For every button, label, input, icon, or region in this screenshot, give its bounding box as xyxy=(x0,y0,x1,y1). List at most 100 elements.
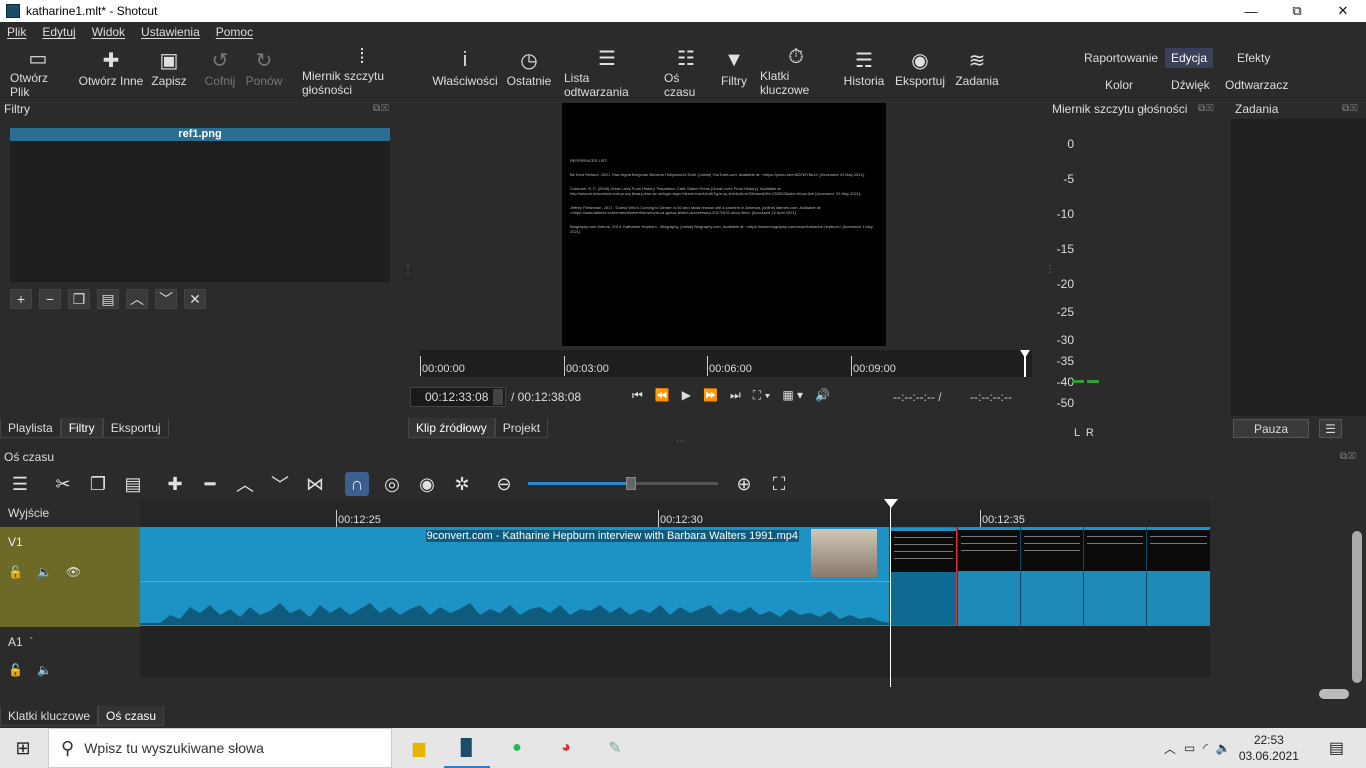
timeline-playhead-marker[interactable] xyxy=(884,499,898,508)
deselect-filter-icon[interactable]: ✕ xyxy=(184,289,206,309)
filters-list[interactable]: ref1.png xyxy=(10,128,390,282)
timeline-button[interactable]: ☷ Oś czasu xyxy=(664,46,708,99)
timeline-dock-buttons[interactable]: ⧉☒ xyxy=(1340,451,1357,462)
menu-ustawienia[interactable]: Ustawienia xyxy=(138,25,203,39)
skip-to-start-icon[interactable]: ⏮ xyxy=(632,388,643,403)
paint-icon[interactable]: ✎ xyxy=(600,734,630,762)
zoom-fit-timeline-icon[interactable]: ⛶ xyxy=(767,472,791,496)
open-other-button[interactable]: ✚ Otwórz Inne xyxy=(78,46,144,96)
keyframes-button[interactable]: ⏱ Klatki kluczowe xyxy=(760,46,832,97)
v1-track[interactable]: 9convert.com - Katharine Hepburn intervi… xyxy=(140,527,1210,627)
move-up-icon[interactable]: ︿ xyxy=(126,289,148,309)
timeline-vertical-scrollbar[interactable] xyxy=(1352,527,1362,687)
eye-icon[interactable]: 👁 xyxy=(66,565,81,579)
grid-icon[interactable]: ▦ ▾ xyxy=(782,388,803,403)
maximize-button[interactable]: ⧉ xyxy=(1274,0,1320,22)
show-hidden-icons-icon[interactable]: ︿ xyxy=(1164,740,1176,757)
taskbar-clock[interactable]: 22:53 03.06.2021 xyxy=(1239,732,1299,764)
filter-item-selected[interactable]: ref1.png xyxy=(10,128,390,141)
timeline-ruler[interactable]: 00:12:25 00:12:30 00:12:35 xyxy=(140,500,1210,527)
video-preview[interactable]: REFERENCES LIST: Be Kind Rewind, 2020. H… xyxy=(562,103,886,346)
paste-filter-icon[interactable]: ▤ xyxy=(97,289,119,309)
splitter-handle-right[interactable]: ⋮ xyxy=(1045,264,1055,275)
tab-timeline[interactable]: Oś czasu xyxy=(98,706,165,726)
copy-icon[interactable]: ❐ xyxy=(86,472,110,496)
menu-pomoc[interactable]: Pomoc xyxy=(213,25,256,39)
tab-keyframes[interactable]: Klatki kluczowe xyxy=(0,706,99,726)
ripple-icon[interactable]: ◉ xyxy=(415,472,439,496)
tab-filters[interactable]: Filtry xyxy=(60,418,103,438)
lock-icon[interactable]: 🔓 xyxy=(8,663,23,677)
vscroll-knob[interactable] xyxy=(1352,531,1362,683)
output-track-header[interactable]: Wyjście xyxy=(0,500,140,527)
remove-filter-icon[interactable]: − xyxy=(39,289,61,309)
pause-jobs-button[interactable]: Pauza xyxy=(1233,419,1309,438)
undo-button[interactable]: ↺ Cofnij xyxy=(204,46,236,96)
speaker-icon[interactable]: 🔈 xyxy=(1216,741,1231,755)
zoom-slider-knob[interactable] xyxy=(626,477,636,490)
recent-button[interactable]: ◷ Ostatnie xyxy=(507,46,552,96)
fast-forward-icon[interactable]: ⏩ xyxy=(703,388,718,403)
image-clip[interactable] xyxy=(1083,527,1146,626)
layout-audio[interactable]: Dźwięk xyxy=(1165,75,1216,95)
jobs-dock-buttons[interactable]: ⧉☒ xyxy=(1342,103,1359,114)
current-timecode-field[interactable]: 00:12:33:08 xyxy=(410,387,506,407)
scrub-icon[interactable]: ◎ xyxy=(380,472,404,496)
properties-button[interactable]: i Właściwości xyxy=(432,46,497,96)
tab-export[interactable]: Eksportuj xyxy=(102,418,169,438)
jobs-button[interactable]: ≋ Zadania xyxy=(955,46,998,96)
image-clip[interactable] xyxy=(1020,527,1083,626)
paste-icon[interactable]: ▤ xyxy=(121,472,145,496)
menu-edytuj[interactable]: Edytuj xyxy=(39,25,78,39)
menu-widok[interactable]: Widok xyxy=(89,25,128,39)
windows-start-icon[interactable]: ⊞ xyxy=(0,728,46,768)
notification-center-icon[interactable]: ▤ xyxy=(1329,738,1344,758)
play-icon[interactable]: ▶ xyxy=(682,388,691,403)
save-button[interactable]: ▣ Zapisz xyxy=(151,46,186,96)
preview-ruler[interactable]: 00:00:00 00:03:00 00:06:00 00:09:00 xyxy=(420,350,1032,377)
volume-icon[interactable]: 🔊 xyxy=(815,388,830,403)
timecode-spinner-icon[interactable] xyxy=(493,389,503,405)
redo-button[interactable]: ↻ Ponów xyxy=(246,46,283,96)
file-explorer-icon[interactable]: ▆ xyxy=(404,734,434,762)
close-button[interactable]: ✕ xyxy=(1320,0,1366,22)
snap-icon[interactable]: ∩ xyxy=(345,472,369,496)
tab-project[interactable]: Projekt xyxy=(494,418,549,438)
layout-reporting[interactable]: Raportowanie xyxy=(1078,48,1164,68)
meter-dock-buttons[interactable]: ⧉☒ xyxy=(1198,103,1215,114)
move-down-icon[interactable]: ﹀ xyxy=(155,289,177,309)
copy-filter-icon[interactable]: ❐ xyxy=(68,289,90,309)
hscroll-knob[interactable] xyxy=(1319,689,1349,699)
layout-editing[interactable]: Edycja xyxy=(1165,48,1214,68)
lift-icon[interactable]: ︿ xyxy=(233,472,257,496)
minimize-button[interactable]: — xyxy=(1228,0,1274,22)
chrome-icon[interactable]: ◕ xyxy=(551,734,581,762)
image-clip-selected[interactable] xyxy=(890,527,957,626)
taskbar-search-box[interactable]: ⚲ Wpisz tu wyszukiwane słowa xyxy=(48,728,392,768)
filters-button[interactable]: ▼ Filtry xyxy=(721,46,747,96)
export-button[interactable]: ◉ Eksportuj xyxy=(895,46,945,96)
timeline-menu-icon[interactable]: ☰ xyxy=(8,472,32,496)
mute-icon[interactable]: 🔈 xyxy=(37,565,52,579)
shotcut-taskbar-icon[interactable]: ▉ xyxy=(444,734,490,768)
splitter-handle-left[interactable]: ⋮ xyxy=(403,264,413,275)
tab-source-clip[interactable]: Klip źródłowy xyxy=(408,418,495,438)
timeline-horizontal-scrollbar[interactable] xyxy=(140,687,1355,701)
append-icon[interactable]: ✚ xyxy=(163,472,187,496)
video-clip[interactable]: 9convert.com - Katharine Hepburn intervi… xyxy=(140,527,890,626)
zoom-out-icon[interactable]: ⊖ xyxy=(492,472,516,496)
battery-icon[interactable]: ▭ xyxy=(1184,741,1195,755)
open-file-button[interactable]: ▭ Otwórz Plik xyxy=(10,46,66,99)
remove-icon[interactable]: ━ xyxy=(198,472,222,496)
lock-icon[interactable]: 🔓 xyxy=(8,565,23,579)
layout-color[interactable]: Kolor xyxy=(1099,75,1139,95)
rewind-icon[interactable]: ⏪ xyxy=(655,388,670,403)
a1-track[interactable] xyxy=(140,627,1210,677)
filters-dock-buttons[interactable]: ⧉☒ xyxy=(373,103,390,114)
mute-icon[interactable]: 🔈 xyxy=(37,663,52,677)
v1-track-header[interactable]: V1 🔓 🔈 👁 xyxy=(0,527,140,627)
layout-effects[interactable]: Efekty xyxy=(1231,48,1276,68)
split-icon[interactable]: ⋈ xyxy=(303,472,327,496)
ripple-all-icon[interactable]: ✲ xyxy=(450,472,474,496)
timeline-zoom-slider[interactable] xyxy=(528,477,718,490)
